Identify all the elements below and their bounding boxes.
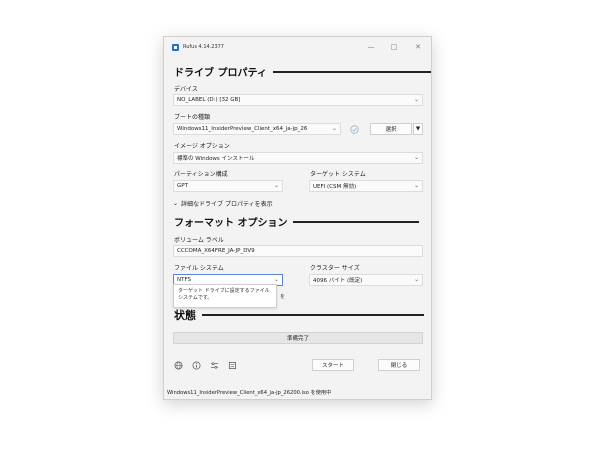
boot-type-label: ブートの種類 <box>174 114 211 121</box>
image-option-label: イメージ オプション <box>174 143 230 150</box>
advanced-drive-toggle-label: 詳細なドライブ プロパティを表示 <box>181 201 273 208</box>
maximize-button[interactable]: □ <box>383 37 405 57</box>
image-option-value: 標準の Windows インストール <box>177 156 255 162</box>
target-system-value: UEFI (CSM 無効) <box>313 184 357 190</box>
chevron-down-icon: ⌄ <box>273 276 279 283</box>
drive-properties-heading: ドライブ プロパティ <box>174 64 431 79</box>
section-divider <box>293 220 420 223</box>
status-progress-bar: 準備完了 <box>173 332 423 344</box>
info-icon[interactable] <box>191 360 201 370</box>
minimize-button[interactable]: — <box>360 37 382 57</box>
device-value: NO_LABEL (D:) [32 GB] <box>177 97 241 103</box>
close-window-button[interactable]: ✕ <box>407 37 429 57</box>
volume-label-input[interactable]: CCCOMA_X64FRE_JA-JP_DV9 <box>173 245 423 257</box>
image-option-select[interactable]: 標準の Windows インストール ⌄ <box>173 152 423 164</box>
cluster-size-label: クラスター サイズ <box>310 265 360 272</box>
chevron-down-icon: ⌄ <box>273 182 279 189</box>
target-system-label: ターゲット システム <box>310 171 366 178</box>
chevron-down-icon: ⌄ <box>413 276 419 283</box>
cluster-size-value: 4096 バイト (既定) <box>313 278 363 284</box>
chevron-down-icon: ⌄ <box>413 182 419 189</box>
file-system-label: ファイル システム <box>174 265 224 272</box>
partition-scheme-value: GPT <box>177 183 188 189</box>
log-icon[interactable] <box>227 360 237 370</box>
format-options-title: フォーマット オプション <box>174 218 288 229</box>
section-divider <box>202 314 424 316</box>
boot-type-select[interactable]: Windows11_InsiderPreview_Client_x64_ja-j… <box>173 123 341 135</box>
chevron-down-icon: ⌄ <box>413 154 419 161</box>
window-title: Rufus 4.14.2377 <box>183 44 224 50</box>
check-icon[interactable] <box>349 124 359 134</box>
file-system-value: NTFS <box>177 277 192 283</box>
file-system-tooltip: ターゲット ドライブに設定するファイル システムです。 <box>173 284 277 308</box>
status-title: 状態 <box>174 309 196 322</box>
partition-scheme-label: パーティション構成 <box>174 171 228 178</box>
select-dropdown-button[interactable]: ▼ <box>413 123 423 135</box>
chevron-down-icon: ⌄ <box>331 125 337 132</box>
start-button[interactable]: スタート <box>312 359 354 371</box>
status-heading: 状態 <box>174 307 424 323</box>
section-divider <box>272 70 431 73</box>
chevron-down-icon: ▼ <box>415 126 421 132</box>
rufus-app-icon <box>172 43 179 51</box>
globe-icon[interactable] <box>173 360 183 370</box>
drive-properties-title: ドライブ プロパティ <box>174 68 267 79</box>
partition-scheme-select[interactable]: GPT ⌄ <box>173 180 283 192</box>
status-bar: Windows11_InsiderPreview_Client_x64_ja-j… <box>164 385 431 399</box>
boot-type-value: Windows11_InsiderPreview_Client_x64_ja-j… <box>177 126 308 132</box>
cluster-size-select[interactable]: 4096 バイト (既定) ⌄ <box>309 274 423 286</box>
rufus-window: Rufus 4.14.2377 — □ ✕ ドライブ プロパティ デバイス NO… <box>163 36 432 400</box>
volume-label-value: CCCOMA_X64FRE_JA-JP_DV9 <box>177 248 255 254</box>
settings-sliders-icon[interactable] <box>209 360 219 370</box>
chevron-down-icon: ⌄ <box>173 200 179 207</box>
device-label: デバイス <box>174 86 198 93</box>
status-bar-text: Windows11_InsiderPreview_Client_x64_ja-j… <box>167 389 332 396</box>
advanced-format-toggle-fragment[interactable]: を <box>280 293 285 300</box>
target-system-select[interactable]: UEFI (CSM 無効) ⌄ <box>309 180 423 192</box>
format-options-heading: フォーマット オプション <box>174 214 420 229</box>
advanced-drive-toggle[interactable]: ⌄ 詳細なドライブ プロパティを表示 <box>173 199 273 208</box>
volume-label-label: ボリューム ラベル <box>174 237 224 244</box>
close-button[interactable]: 閉じる <box>378 359 420 371</box>
device-select[interactable]: NO_LABEL (D:) [32 GB] ⌄ <box>173 94 423 106</box>
title-bar: Rufus 4.14.2377 — □ ✕ <box>164 37 431 57</box>
select-image-button[interactable]: 選択 <box>370 123 412 135</box>
chevron-down-icon: ⌄ <box>413 96 419 103</box>
